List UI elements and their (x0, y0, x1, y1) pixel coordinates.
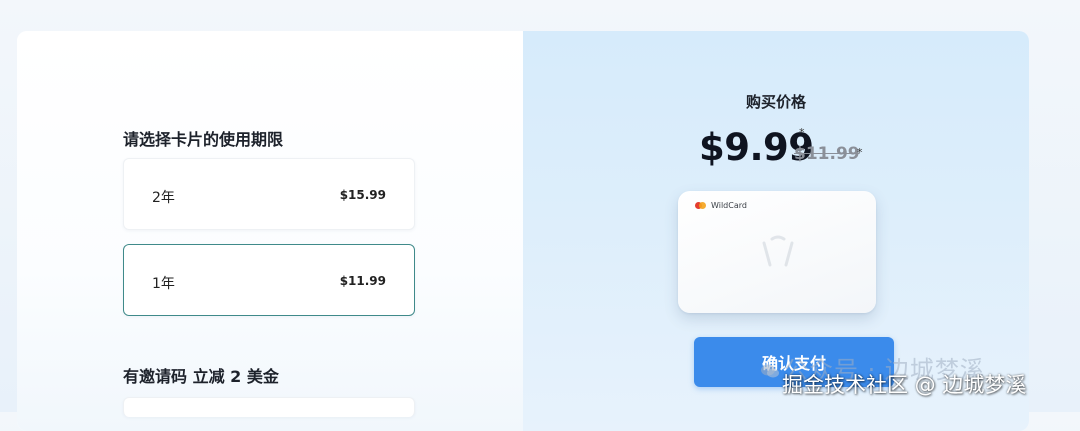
original-price: $11.99 (794, 144, 860, 164)
card-preview: WildCard (678, 191, 876, 313)
option-label: 1年 (152, 276, 175, 292)
validity-selection-pane: 请选择卡片的使用期限 2年 $15.99 1年 $11.99 有邀请码 立减 2… (17, 31, 523, 431)
option-price: $15.99 (339, 188, 386, 202)
option-label: 2年 (152, 190, 175, 206)
juejin-watermark: 掘金技术社区 @ 边城梦溪 (782, 373, 1027, 397)
option-price: $11.99 (339, 274, 386, 288)
card-brand: WildCard (695, 201, 747, 210)
invite-code-title: 有邀请码 立减 2 美金 (123, 367, 279, 386)
price-label: 购买价格 (745, 93, 806, 111)
option-2-year[interactable]: 2年 $15.99 (123, 158, 415, 230)
original-price-asterisk: * (857, 146, 863, 159)
mastercard-icon (695, 201, 707, 210)
invite-code-input[interactable] (123, 397, 415, 417)
option-1-year[interactable]: 1年 $11.99 (123, 244, 415, 316)
price-asterisk: * (799, 126, 805, 139)
card-logo-watermark-icon (762, 235, 794, 267)
card-brand-name: WildCard (711, 201, 747, 210)
validity-title: 请选择卡片的使用期限 (123, 130, 284, 149)
wechat-icon (761, 364, 779, 378)
page-background: 请选择卡片的使用期限 2年 $15.99 1年 $11.99 有邀请码 立减 2… (0, 0, 1080, 431)
